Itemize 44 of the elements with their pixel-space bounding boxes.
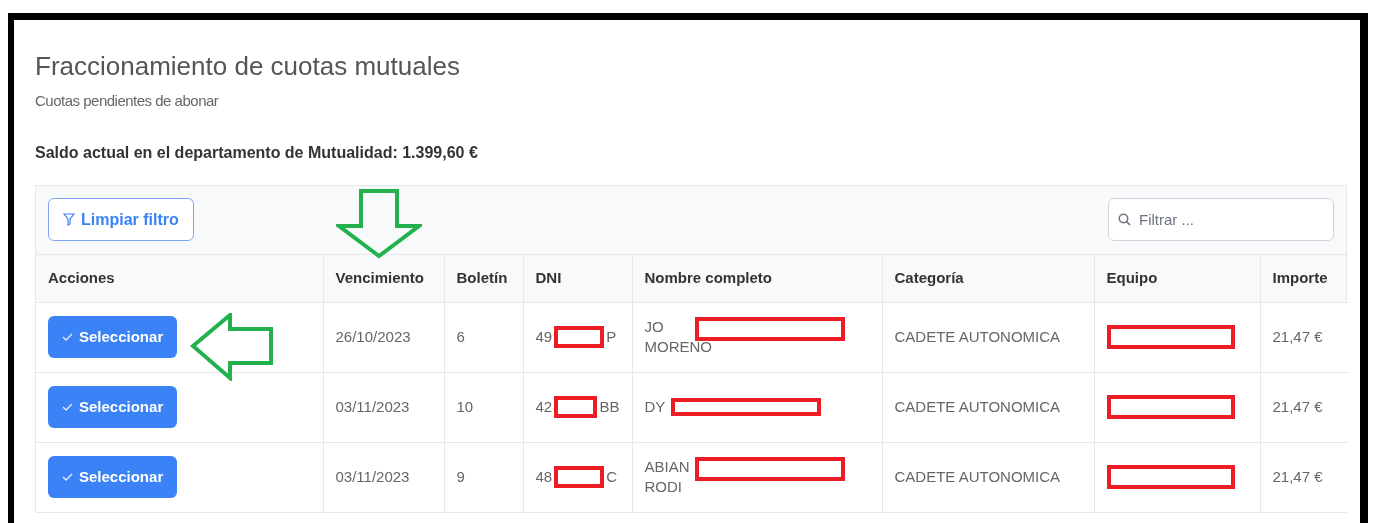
filter-icon <box>63 213 75 226</box>
search-icon <box>1118 213 1131 226</box>
table-cell: 21,47 € <box>1272 327 1323 345</box>
page-subtitle: Cuotas pendientes de abonar <box>35 91 220 111</box>
table-cell: 26/10/2023 <box>335 327 411 345</box>
select-button[interactable]: Seleccionar <box>48 316 178 358</box>
select-button[interactable]: Seleccionar <box>48 456 178 499</box>
table-cell: 10 <box>456 397 474 415</box>
filter-field[interactable]: Filtrar ... <box>1108 198 1334 241</box>
table-cell-text: 48 <box>535 467 553 487</box>
table-cell-text: BB <box>599 396 620 417</box>
select-button[interactable]: Seleccionar <box>48 386 178 428</box>
table-cell-text: 42 <box>535 396 553 417</box>
table-cell: CADETE AUTONOMICA <box>894 397 1061 415</box>
column-header: Vencimiento <box>335 268 424 286</box>
table-cell: 9 <box>456 468 465 485</box>
table-cell-text: 49 <box>535 326 553 347</box>
column-header: Categoría <box>894 268 964 286</box>
table-cell: ABIAN <box>644 457 690 478</box>
table-cell: 03/11/2023 <box>335 468 410 485</box>
column-header: Boletín <box>456 268 508 286</box>
table-cell: DY <box>644 397 666 417</box>
table-cell: 21,47 € <box>1272 397 1323 415</box>
check-icon <box>62 473 73 482</box>
table-cell: JO <box>644 317 664 337</box>
column-header: Nombre completo <box>644 268 772 286</box>
column-header: DNI <box>535 268 562 286</box>
column-header: Importe <box>1272 268 1328 286</box>
table-cell: CADETE AUTONOMICA <box>894 327 1061 345</box>
check-icon <box>62 333 73 341</box>
clear-filter-button[interactable]: Limpiar filtro <box>48 198 194 241</box>
column-header: Acciones <box>48 268 115 286</box>
table-cell: 21,47 € <box>1272 468 1323 485</box>
table-cell: 03/11/2023 <box>335 397 410 415</box>
page-title: Fraccionamiento de cuotas mutuales <box>35 50 461 82</box>
table-cell: MORENO <box>644 337 712 357</box>
table-cell-text: C <box>606 467 618 487</box>
column-header: Equipo <box>1106 268 1158 286</box>
table-cell: 6 <box>456 327 465 345</box>
table-cell: CADETE AUTONOMICA <box>894 468 1061 485</box>
table-cell-text: P <box>606 326 617 347</box>
table-cell: RODI <box>644 477 682 498</box>
check-icon <box>62 403 73 411</box>
balance-text: Saldo actual en el departamento de Mutualidad: 1.399,60 € <box>35 142 479 163</box>
